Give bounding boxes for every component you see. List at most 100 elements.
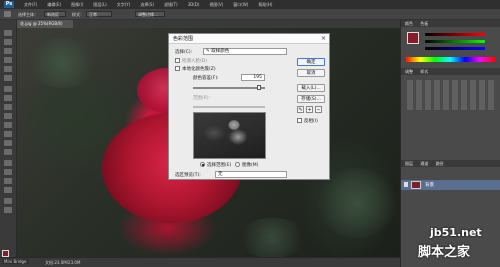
- eyedropper-tool-icon[interactable]: [4, 75, 12, 81]
- foreground-color-swatch[interactable]: [2, 250, 9, 257]
- watermark-name: 脚本之家: [418, 245, 471, 260]
- tab-layers[interactable]: 图层: [405, 161, 413, 166]
- tab-color[interactable]: 颜色: [405, 21, 413, 26]
- watermark-site: jb51.net: [430, 226, 482, 239]
- color-range-dialog: 色彩范围 × 选择(C): ✎ 取样颜色 检测人脸(D) 本地化颜色簇(Z) 颜…: [168, 33, 330, 180]
- menu-layer[interactable]: 图层(L): [93, 2, 106, 8]
- detect-faces-label: 检测人脸(D): [182, 59, 207, 64]
- hand-tool-icon[interactable]: [4, 198, 12, 204]
- panel-foreground-swatch[interactable]: [407, 32, 419, 44]
- options-bar: 选择主体： 新选区 样式： 正常 调整边缘...: [0, 9, 500, 20]
- image-radio[interactable]: [235, 162, 240, 167]
- save-button[interactable]: 存储(S)...: [297, 95, 325, 103]
- select-dropdown[interactable]: ✎ 取样颜色: [203, 48, 287, 55]
- type-tool-icon[interactable]: [4, 169, 12, 175]
- blur-tool-icon[interactable]: [4, 140, 12, 146]
- green-slider[interactable]: [425, 40, 485, 43]
- tools-panel: [0, 20, 17, 261]
- dodge-tool-icon[interactable]: [4, 149, 12, 155]
- cancel-button[interactable]: 取消: [297, 69, 325, 77]
- fuzziness-slider-thumb[interactable]: [257, 85, 261, 90]
- status-bar: 25% 文档:23.0M/23.0M: [0, 257, 400, 267]
- pen-tool-icon[interactable]: [4, 160, 12, 166]
- menu-file[interactable]: 文件(F): [24, 2, 37, 8]
- range-label: 范围(R):: [193, 96, 211, 101]
- fuzziness-slider[interactable]: [193, 87, 265, 89]
- healing-tool-icon[interactable]: [4, 86, 12, 92]
- layer-name: 背景: [425, 183, 434, 188]
- localized-clusters-checkbox[interactable]: [175, 66, 180, 71]
- ok-button[interactable]: 确定: [297, 58, 325, 66]
- menu-select[interactable]: 选择(S): [140, 2, 154, 8]
- document-tab-bar: [17, 20, 400, 28]
- history-brush-tool-icon[interactable]: [4, 113, 12, 119]
- tab-swatches[interactable]: 色板: [420, 21, 428, 26]
- color-panel-header: 颜色 色板: [401, 20, 500, 27]
- fuzziness-input[interactable]: 195: [241, 74, 265, 81]
- range-slider: [193, 106, 265, 108]
- style-select[interactable]: 正常: [86, 11, 112, 17]
- detect-faces-checkbox[interactable]: [175, 58, 180, 63]
- leaf: [27, 38, 97, 88]
- brush-tool-icon[interactable]: [4, 95, 12, 101]
- blue-slider[interactable]: [425, 47, 485, 50]
- marquee-tool-icon[interactable]: [4, 11, 11, 17]
- photoshop-logo: Ps: [4, 1, 14, 8]
- dialog-title: 色彩范围: [169, 34, 329, 44]
- refine-edge-button[interactable]: 调整边缘...: [135, 11, 165, 17]
- select-label: 选择(C):: [175, 50, 193, 55]
- color-spectrum[interactable]: [405, 57, 495, 62]
- zoom-tool-icon[interactable]: [4, 207, 12, 213]
- menu-filter[interactable]: 滤镜(T): [164, 2, 178, 8]
- menu-bar: Ps 文件(F) 编辑(E) 图像(I) 图层(L) 文字(Y) 选择(S) 滤…: [0, 0, 500, 9]
- localized-clusters-label: 本地化颜色簇(Z): [182, 67, 216, 72]
- shape-tool-icon[interactable]: [4, 187, 12, 193]
- image-radio-label: 图像(M): [242, 163, 259, 168]
- select-dropdown-value: 取样颜色: [211, 49, 230, 54]
- menu-help[interactable]: 帮助(H): [258, 2, 272, 8]
- eraser-tool-icon[interactable]: [4, 122, 12, 128]
- leaf: [237, 218, 307, 257]
- selection-radio-label: 选择范围(E): [207, 163, 232, 168]
- selection-mode-select[interactable]: 新选区: [44, 11, 66, 17]
- selection-radio[interactable]: [200, 162, 205, 167]
- document-size: 文档:23.0M/23.0M: [45, 260, 81, 265]
- close-icon[interactable]: ×: [321, 35, 326, 42]
- invert-label: 反相(I): [304, 119, 318, 124]
- gradient-tool-icon[interactable]: [4, 131, 12, 137]
- menu-type[interactable]: 文字(Y): [117, 2, 131, 8]
- menu-3d[interactable]: 3D(D): [188, 2, 200, 7]
- selection-preview-label: 选区预览(T):: [175, 173, 201, 178]
- clone-stamp-tool-icon[interactable]: [4, 104, 12, 110]
- crop-tool-icon[interactable]: [4, 66, 12, 72]
- menu-view[interactable]: 视图(V): [209, 2, 223, 8]
- move-tool-icon[interactable]: [4, 30, 12, 36]
- layers-panel-header: 图层 通道 路径: [401, 160, 500, 167]
- load-button[interactable]: 载入(L)...: [297, 84, 325, 92]
- eyedropper-minus-icon[interactable]: −: [315, 106, 322, 113]
- lasso-tool-icon[interactable]: [4, 48, 12, 54]
- eyedropper-icon[interactable]: ✎: [297, 106, 304, 113]
- eyedropper-plus-icon[interactable]: +: [306, 106, 313, 113]
- marquee-tool-icon[interactable]: [4, 39, 12, 45]
- red-slider[interactable]: [425, 33, 485, 36]
- adjustment-icons[interactable]: [407, 80, 495, 110]
- mini-bridge-tab[interactable]: Mini Bridge: [2, 259, 29, 264]
- style-label: 样式：: [72, 12, 84, 17]
- document-tab[interactable]: 花.jpg @ 25%(RGB/8): [17, 20, 73, 28]
- selection-mode-label: 选择主体：: [18, 12, 38, 17]
- menu-edit[interactable]: 编辑(E): [47, 2, 61, 8]
- path-select-tool-icon[interactable]: [4, 178, 12, 184]
- tab-adjustments[interactable]: 调整: [405, 69, 413, 74]
- invert-checkbox[interactable]: [297, 118, 302, 123]
- tab-paths[interactable]: 路径: [436, 161, 444, 166]
- selection-preview-select[interactable]: 无: [215, 171, 287, 178]
- quick-select-tool-icon[interactable]: [4, 57, 12, 63]
- tab-styles[interactable]: 样式: [420, 69, 428, 74]
- layer-row[interactable]: 背景: [401, 180, 500, 190]
- menu-image[interactable]: 图像(I): [71, 2, 83, 8]
- selection-preview-image: [193, 112, 266, 159]
- menu-window[interactable]: 窗口(W): [233, 2, 248, 8]
- tab-channels[interactable]: 通道: [420, 161, 428, 166]
- eye-icon[interactable]: [404, 182, 408, 187]
